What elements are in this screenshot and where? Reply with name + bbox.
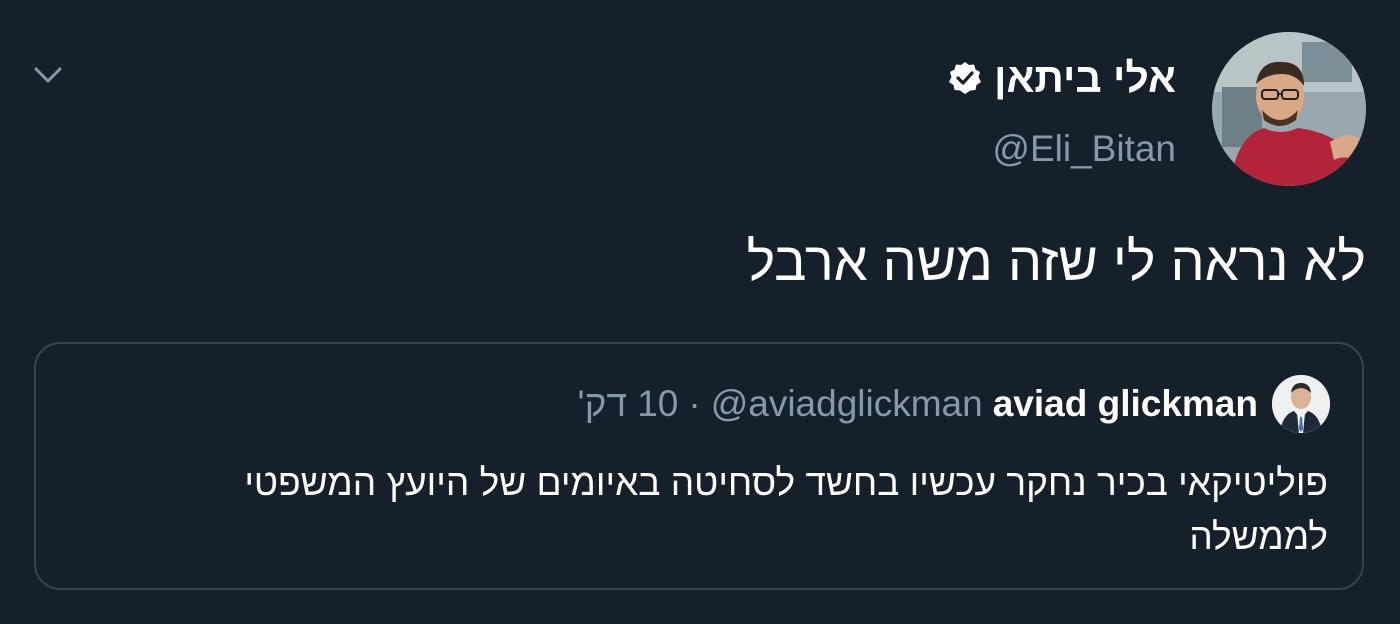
quoted-tweet-timestamp[interactable]: 10 דק' <box>578 383 679 425</box>
author-block: אלי ביתאן @Eli_Bitan <box>948 48 1176 178</box>
verified-badge-icon <box>948 61 982 95</box>
quoted-author-handle[interactable]: @aviadglickman <box>711 383 983 425</box>
chevron-down-icon[interactable] <box>28 58 68 92</box>
tweet-text: לא נראה לי שזה משה ארבל <box>746 232 1366 292</box>
quoted-tweet-card[interactable]: aviad glickman @aviadglickman · 10 דק' פ… <box>34 342 1364 590</box>
quoted-tweet-text: פוליטיקאי בכיר נחקר עכשיו בחשד לסחיטה בא… <box>244 462 1328 557</box>
quoted-tweet-header: aviad glickman @aviadglickman · 10 דק' <box>578 374 1330 434</box>
display-name-row: אלי ביתאן <box>948 48 1176 108</box>
quoted-author-avatar[interactable] <box>1272 375 1330 433</box>
author-handle[interactable]: @Eli_Bitan <box>948 120 1176 178</box>
quoted-author-display-name[interactable]: aviad glickman <box>993 383 1258 425</box>
author-display-name[interactable]: אלי ביתאן <box>994 48 1176 108</box>
separator-dot: · <box>688 383 701 424</box>
author-avatar[interactable] <box>1212 32 1366 186</box>
tweet-screen: אלי ביתאן @Eli_Bitan לא נראה לי שזה משה … <box>0 0 1400 624</box>
